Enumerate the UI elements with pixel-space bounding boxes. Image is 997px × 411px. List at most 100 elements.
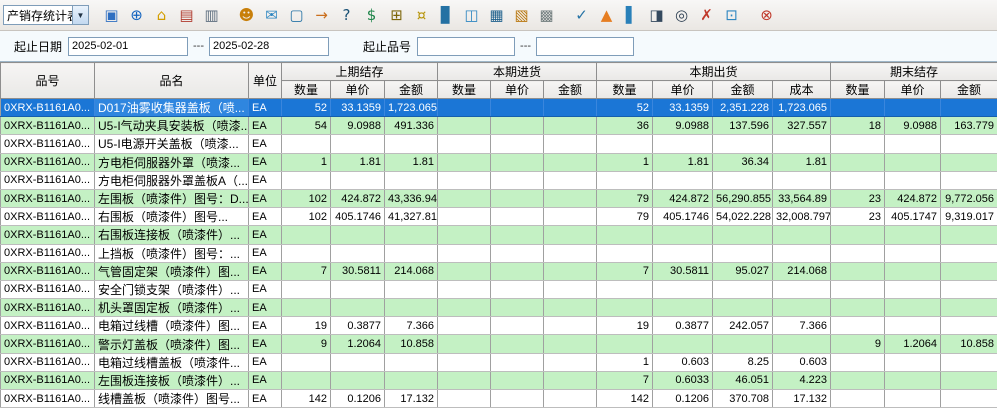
col-header-item-name[interactable]: 品名 xyxy=(95,63,249,99)
value-cell xyxy=(885,280,941,298)
value-cell xyxy=(544,208,597,226)
value-cell: 2,351.228 xyxy=(713,99,773,117)
copy-icon: ⊡ xyxy=(725,6,738,24)
start-item-input[interactable] xyxy=(417,37,515,56)
col-header-sub[interactable]: 成本 xyxy=(773,81,831,99)
table-row[interactable]: 0XRX-B1161A0...上挡板（喷漆件）图号：...EA xyxy=(1,244,997,262)
search-button[interactable]: ◎ xyxy=(669,3,694,27)
help-icon: ? xyxy=(343,6,351,24)
table-row[interactable]: 0XRX-B1161A0...U5-I气动夹具安装板（喷漆...EA549.09… xyxy=(1,117,997,135)
col-header-sub[interactable]: 金额 xyxy=(713,81,773,99)
users-button[interactable]: ☻ xyxy=(234,3,259,27)
chevron-down-icon[interactable]: ▼ xyxy=(72,6,88,24)
end-date-input[interactable] xyxy=(209,37,329,56)
col-header-sub[interactable]: 数量 xyxy=(597,81,653,99)
value-cell xyxy=(438,99,491,117)
close-window-button[interactable]: ✗ xyxy=(694,3,719,27)
globe-button[interactable]: ⊕ xyxy=(124,3,149,27)
value-cell xyxy=(491,117,544,135)
unit-cell: EA xyxy=(249,353,282,371)
display-icon: ▣ xyxy=(104,6,118,24)
value-cell: 9,319.017 xyxy=(941,208,997,226)
col-header-sub[interactable]: 数量 xyxy=(282,81,331,99)
col-header-sub[interactable]: 金额 xyxy=(385,81,438,99)
value-cell xyxy=(438,353,491,371)
table-row[interactable]: 0XRX-B1161A0...右围板连接板（喷漆件）...EA xyxy=(1,226,997,244)
end-item-input[interactable] xyxy=(536,37,634,56)
col-header-unit[interactable]: 单位 xyxy=(249,63,282,99)
value-cell xyxy=(491,244,544,262)
value-cell xyxy=(544,171,597,189)
search-icon: ◎ xyxy=(675,6,688,24)
value-cell xyxy=(331,371,385,389)
coins-button[interactable]: ¤ xyxy=(409,3,434,27)
table-row[interactable]: 0XRX-B1161A0...电箱过线槽盖板（喷漆件...EA10.6038.2… xyxy=(1,353,997,371)
arrow-right-button[interactable]: → xyxy=(309,3,334,27)
print-preview-button[interactable]: ▥ xyxy=(199,3,224,27)
home-button[interactable]: ⌂ xyxy=(149,3,174,27)
col-header-sub[interactable]: 单价 xyxy=(491,81,544,99)
value-cell: 370.708 xyxy=(713,390,773,408)
table-row[interactable]: 0XRX-B1161A0...D017油雾收集器盖板（喷...EA5233.13… xyxy=(1,99,997,117)
table-row[interactable]: 0XRX-B1161A0...气管固定架（喷漆件）图...EA730.58112… xyxy=(1,262,997,280)
start-date-input[interactable] xyxy=(68,37,188,56)
report-type-select[interactable]: 产销存统计表(含 ▼ xyxy=(3,5,89,25)
table-row[interactable]: 0XRX-B1161A0...U5-I电源开关盖板（喷漆...EA xyxy=(1,135,997,153)
value-cell xyxy=(544,117,597,135)
value-cell: 424.872 xyxy=(653,189,713,207)
mail-button[interactable]: ✉ xyxy=(259,3,284,27)
table-row[interactable]: 0XRX-B1161A0...方电柜伺服器外罩（喷漆...EA11.811.81… xyxy=(1,153,997,171)
value-cell xyxy=(491,208,544,226)
triangle-button[interactable]: ▲ xyxy=(594,3,619,27)
display-button[interactable]: ▣ xyxy=(99,3,124,27)
item-no-cell: 0XRX-B1161A0... xyxy=(1,335,95,353)
printer-button[interactable]: ▤ xyxy=(174,3,199,27)
col-header-sub[interactable]: 单价 xyxy=(331,81,385,99)
check-button[interactable]: ✓ xyxy=(569,3,594,27)
item-name-cell: 电箱过线槽（喷漆件）图... xyxy=(95,317,249,335)
value-cell: 95.027 xyxy=(713,262,773,280)
building-button[interactable]: ◨ xyxy=(644,3,669,27)
unit-cell: EA xyxy=(249,208,282,226)
help-button[interactable]: ? xyxy=(334,3,359,27)
item-range-label: 起止品号 xyxy=(363,38,411,55)
value-cell: 23 xyxy=(831,189,885,207)
value-cell xyxy=(544,317,597,335)
col-header-sub[interactable]: 数量 xyxy=(438,81,491,99)
copy-button[interactable]: ⊡ xyxy=(719,3,744,27)
value-cell: 9,772.056 xyxy=(941,189,997,207)
table-row[interactable]: 0XRX-B1161A0...右围板（喷漆件）图号...EA102405.174… xyxy=(1,208,997,226)
col-header-sub[interactable]: 单价 xyxy=(653,81,713,99)
cart-button[interactable]: ⊞ xyxy=(384,3,409,27)
value-cell xyxy=(491,153,544,171)
col-header-sub[interactable]: 数量 xyxy=(831,81,885,99)
table-row[interactable]: 0XRX-B1161A0...安全门锁支架（喷漆件）...EA xyxy=(1,280,997,298)
database-button[interactable]: ▧ xyxy=(509,3,534,27)
value-cell: 9.0988 xyxy=(331,117,385,135)
value-cell: 1 xyxy=(597,153,653,171)
table-button[interactable]: ▦ xyxy=(484,3,509,27)
dollar-button[interactable]: $ xyxy=(359,3,384,27)
toolbar-icons: ▣ ⊕⌂▤▥ ☻✉▢→? $ ⊞¤▊◫▦▧▩ ✓▲▌◨ ◎ ✗ ⊡ ⊗ xyxy=(89,3,779,27)
item-name-cell: 安全门锁支架（喷漆件）... xyxy=(95,280,249,298)
value-cell xyxy=(597,299,653,317)
value-cell xyxy=(597,226,653,244)
grid-button[interactable]: ▩ xyxy=(534,3,559,27)
col-header-item-no[interactable]: 品号 xyxy=(1,63,95,99)
chart-button[interactable]: ▊ xyxy=(434,3,459,27)
col-header-sub[interactable]: 单价 xyxy=(885,81,941,99)
col-header-sub[interactable]: 金额 xyxy=(544,81,597,99)
table-row[interactable]: 0XRX-B1161A0...警示灯盖板（喷漆件）图...EA91.206410… xyxy=(1,335,997,353)
table-row[interactable]: 0XRX-B1161A0...机头罩固定板（喷漆件）...EA xyxy=(1,299,997,317)
col-header-sub[interactable]: 金额 xyxy=(941,81,997,99)
bars-button[interactable]: ▌ xyxy=(619,3,644,27)
table-row[interactable]: 0XRX-B1161A0...左围板（喷漆件）图号：D...EA102424.8… xyxy=(1,189,997,207)
table-row[interactable]: 0XRX-B1161A0...方电柜伺服器外罩盖板A（...EA xyxy=(1,171,997,189)
window-button[interactable]: ◫ xyxy=(459,3,484,27)
document-button[interactable]: ▢ xyxy=(284,3,309,27)
table-row[interactable]: 0XRX-B1161A0...电箱过线槽（喷漆件）图...EA190.38777… xyxy=(1,317,997,335)
dollar-icon: $ xyxy=(367,6,377,24)
table-row[interactable]: 0XRX-B1161A0...左围板连接板（喷漆件）...EA70.603346… xyxy=(1,371,997,389)
exit-button[interactable]: ⊗ xyxy=(754,3,779,27)
table-row[interactable]: 0XRX-B1161A0...线槽盖板（喷漆件）图号...EA1420.1206… xyxy=(1,390,997,408)
